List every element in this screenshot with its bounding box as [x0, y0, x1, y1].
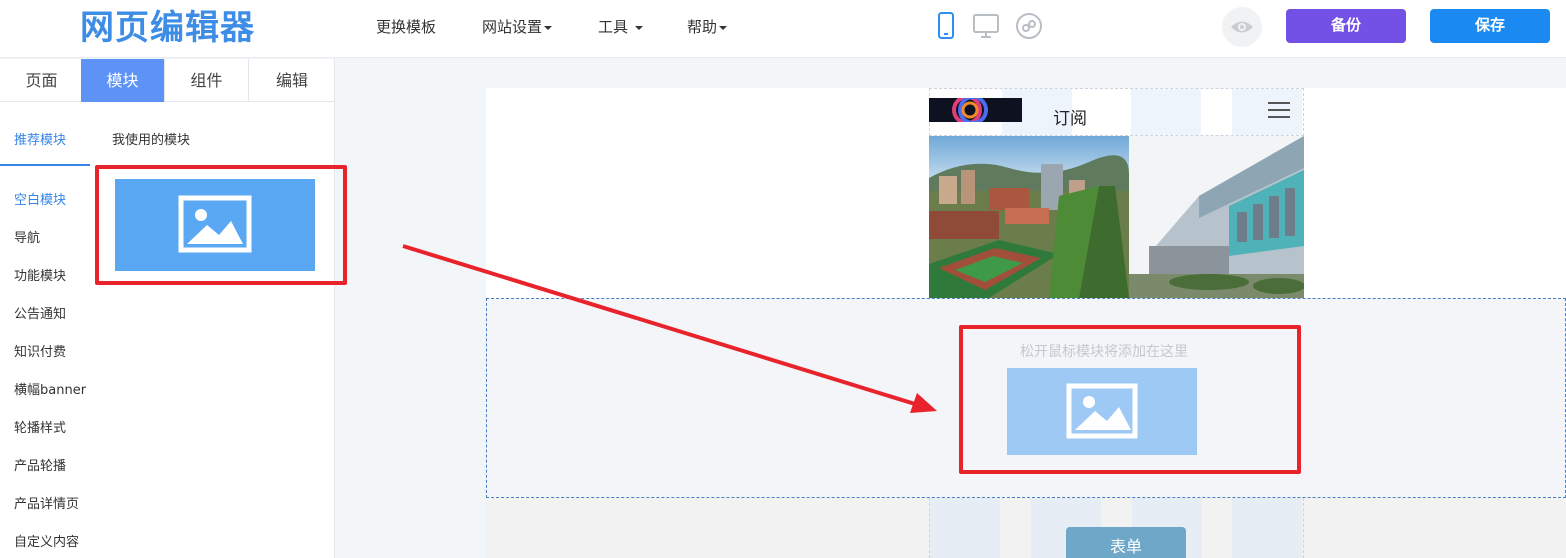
category-product-detail[interactable]: 产品详情页	[14, 493, 90, 512]
save-button[interactable]: 保存	[1430, 9, 1550, 43]
campus-photo	[929, 136, 1129, 298]
category-paid-knowledge[interactable]: 知识付费	[14, 341, 90, 360]
backup-button[interactable]: 备份	[1286, 9, 1406, 43]
subscribe-link[interactable]: 订阅	[1053, 104, 1087, 129]
category-product-carousel[interactable]: 产品轮播	[14, 455, 90, 474]
menu-site-settings[interactable]: 网站设置	[482, 0, 553, 58]
chevron-down-icon	[634, 25, 643, 30]
menu-change-template[interactable]: 更换模板	[376, 0, 436, 58]
chevron-down-icon	[719, 25, 728, 30]
menu-tools[interactable]: 工具	[598, 0, 643, 58]
site-logo-image	[929, 98, 1022, 122]
menu-icon[interactable]	[1268, 101, 1290, 119]
category-blank[interactable]: 空白模块	[14, 189, 90, 208]
highlight-target-box	[959, 325, 1301, 474]
factory-photo	[1129, 136, 1304, 298]
category-banner[interactable]: 横幅banner	[14, 379, 90, 398]
eye-icon	[1231, 21, 1253, 33]
tab-edit[interactable]: 编辑	[250, 59, 334, 102]
preview-button[interactable]	[1222, 7, 1262, 47]
tab-page[interactable]: 页面	[0, 59, 84, 102]
subtab-recommended[interactable]: 推荐模块	[14, 129, 66, 148]
desktop-icon[interactable]	[972, 12, 1000, 40]
subtab-my-modules[interactable]: 我使用的模块	[112, 129, 190, 148]
top-bar: 网页编辑器 更换模板 网站设置 工具 帮助 备份 保存	[0, 0, 1566, 58]
tab-component[interactable]: 组件	[165, 59, 249, 102]
chevron-down-icon	[544, 25, 553, 30]
mini-program-icon[interactable]	[1015, 12, 1043, 40]
form-button[interactable]: 表单	[1066, 527, 1186, 558]
mobile-icon[interactable]	[932, 12, 960, 40]
highlight-source-box	[95, 165, 347, 285]
category-notice[interactable]: 公告通知	[14, 303, 90, 322]
tab-module[interactable]: 模块	[81, 59, 165, 102]
panel-tabs: 页面 模块 组件 编辑	[0, 59, 335, 102]
category-nav[interactable]: 导航	[14, 227, 90, 246]
active-subtab-indicator	[0, 164, 90, 166]
app-logo: 网页编辑器	[80, 8, 255, 48]
left-panel: 页面 模块 组件 编辑 推荐模块 我使用的模块 空白模块 导航 功能模块 公告通…	[0, 59, 347, 558]
category-function[interactable]: 功能模块	[14, 265, 90, 284]
category-custom-content[interactable]: 自定义内容	[14, 531, 90, 550]
menu-help[interactable]: 帮助	[687, 0, 728, 58]
category-carousel[interactable]: 轮播样式	[14, 417, 90, 436]
